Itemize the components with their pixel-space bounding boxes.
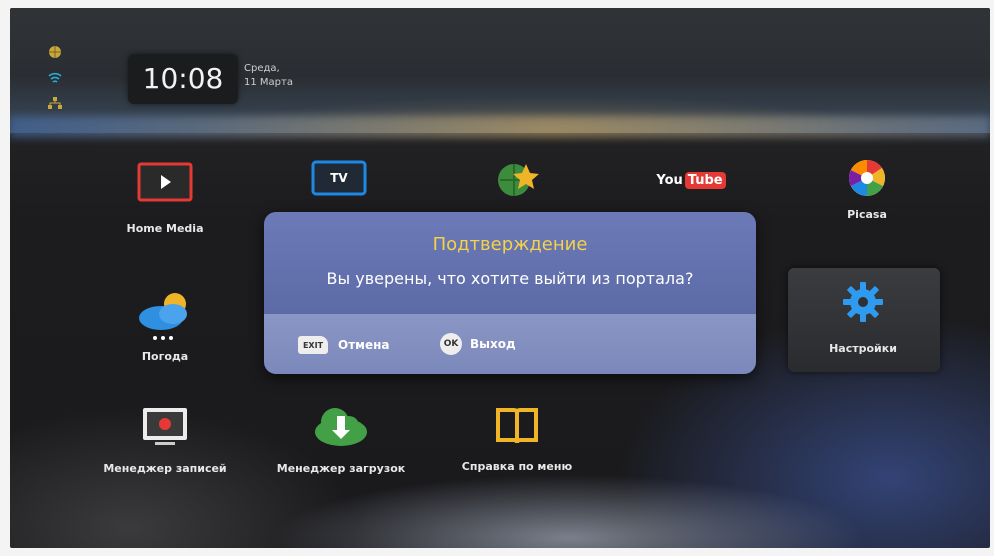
clock: 10:08 <box>128 54 238 104</box>
app-weather[interactable]: Погода <box>90 288 240 363</box>
dialog-actions: EXIT Отмена OK Выход <box>264 314 756 374</box>
play-icon <box>90 160 240 204</box>
youtube-tube: Tube <box>684 171 726 189</box>
app-picasa[interactable]: Picasa <box>792 156 942 221</box>
confirm-exit-dialog: Подтверждение Вы уверены, что хотите вый… <box>264 212 756 374</box>
confirm-label: Выход <box>470 337 516 351</box>
network-icon <box>48 94 64 113</box>
download-cloud-icon <box>266 404 416 448</box>
dialog-message: Вы уверены, что хотите выйти из портала? <box>326 269 694 288</box>
date-day: Среда, <box>244 63 280 74</box>
globe-icon <box>48 44 64 63</box>
wifi-icon <box>48 69 64 88</box>
record-icon <box>90 404 240 448</box>
youtube-icon: You Tube <box>616 158 766 202</box>
app-downloads[interactable]: Менеджер загрузок <box>266 404 416 475</box>
app-label: Менеджер записей <box>103 462 227 475</box>
weather-icon <box>90 288 240 344</box>
gear-icon <box>788 280 938 324</box>
app-label: Погода <box>141 350 189 363</box>
picasa-icon <box>792 156 942 200</box>
ok-key-icon: OK <box>440 333 462 355</box>
book-icon <box>442 404 592 448</box>
confirm-exit-button[interactable]: OK Выход <box>440 333 516 355</box>
app-label: Справка по меню <box>461 460 573 473</box>
tv-icon: TV <box>264 156 414 200</box>
youtube-you: You <box>656 172 683 188</box>
globe-star-icon <box>444 158 594 202</box>
app-label: Настройки <box>829 342 897 355</box>
app-home-media[interactable]: Home Media <box>90 160 240 235</box>
dialog-body: Подтверждение Вы уверены, что хотите вый… <box>264 212 756 314</box>
date-date: 11 Марта <box>244 77 293 88</box>
app-label: Home Media <box>126 222 204 235</box>
app-favorites[interactable] <box>444 158 594 202</box>
status-icons <box>48 44 64 119</box>
date: Среда, 11 Марта <box>244 62 293 90</box>
app-youtube[interactable]: You Tube <box>616 158 766 202</box>
tv-screen: 10:08 Среда, 11 Марта Home Media TV You … <box>10 8 990 548</box>
app-label: Picasa <box>847 208 887 221</box>
app-help[interactable]: Справка по меню <box>442 404 592 473</box>
exit-key-icon: EXIT <box>298 336 328 354</box>
cancel-button[interactable]: EXIT Отмена <box>298 336 390 354</box>
top-bar-glow <box>10 116 990 138</box>
tv-text: TV <box>330 171 348 185</box>
app-settings[interactable]: Настройки <box>788 280 938 355</box>
app-tv[interactable]: TV <box>264 156 414 200</box>
app-label: Менеджер загрузок <box>276 462 406 475</box>
dialog-title: Подтверждение <box>432 234 588 255</box>
cancel-label: Отмена <box>338 338 390 352</box>
app-recordings[interactable]: Менеджер записей <box>90 404 240 475</box>
